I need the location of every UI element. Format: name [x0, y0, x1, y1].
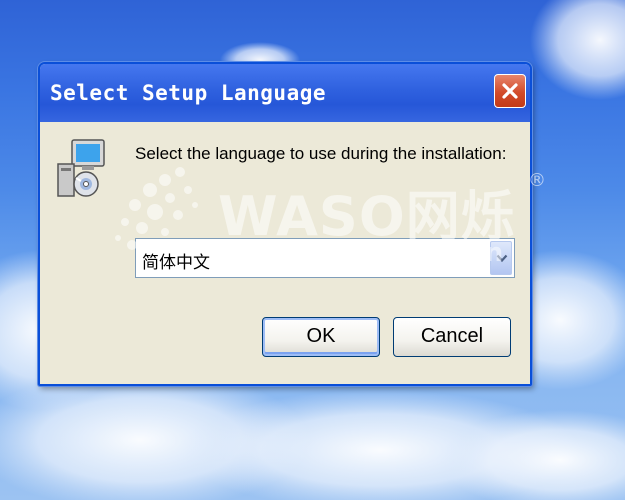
dialog-title: Select Setup Language	[50, 81, 327, 105]
language-select-dropdown-button[interactable]	[490, 241, 512, 275]
title-bar[interactable]: Select Setup Language	[40, 64, 530, 122]
setup-computer-icon	[57, 139, 105, 197]
dialog-body: Select the language to use during the in…	[40, 122, 530, 384]
close-button[interactable]	[494, 74, 526, 108]
language-select[interactable]: 简体中文	[135, 238, 515, 278]
instruction-label: Select the language to use during the in…	[135, 144, 507, 163]
setup-language-dialog: Select Setup Language Select the languag…	[38, 62, 532, 386]
cancel-button[interactable]: Cancel	[393, 317, 511, 357]
close-icon	[502, 83, 518, 99]
chevron-down-icon	[496, 254, 508, 263]
language-select-value: 简体中文	[142, 253, 210, 273]
ok-button[interactable]: OK	[262, 317, 380, 357]
